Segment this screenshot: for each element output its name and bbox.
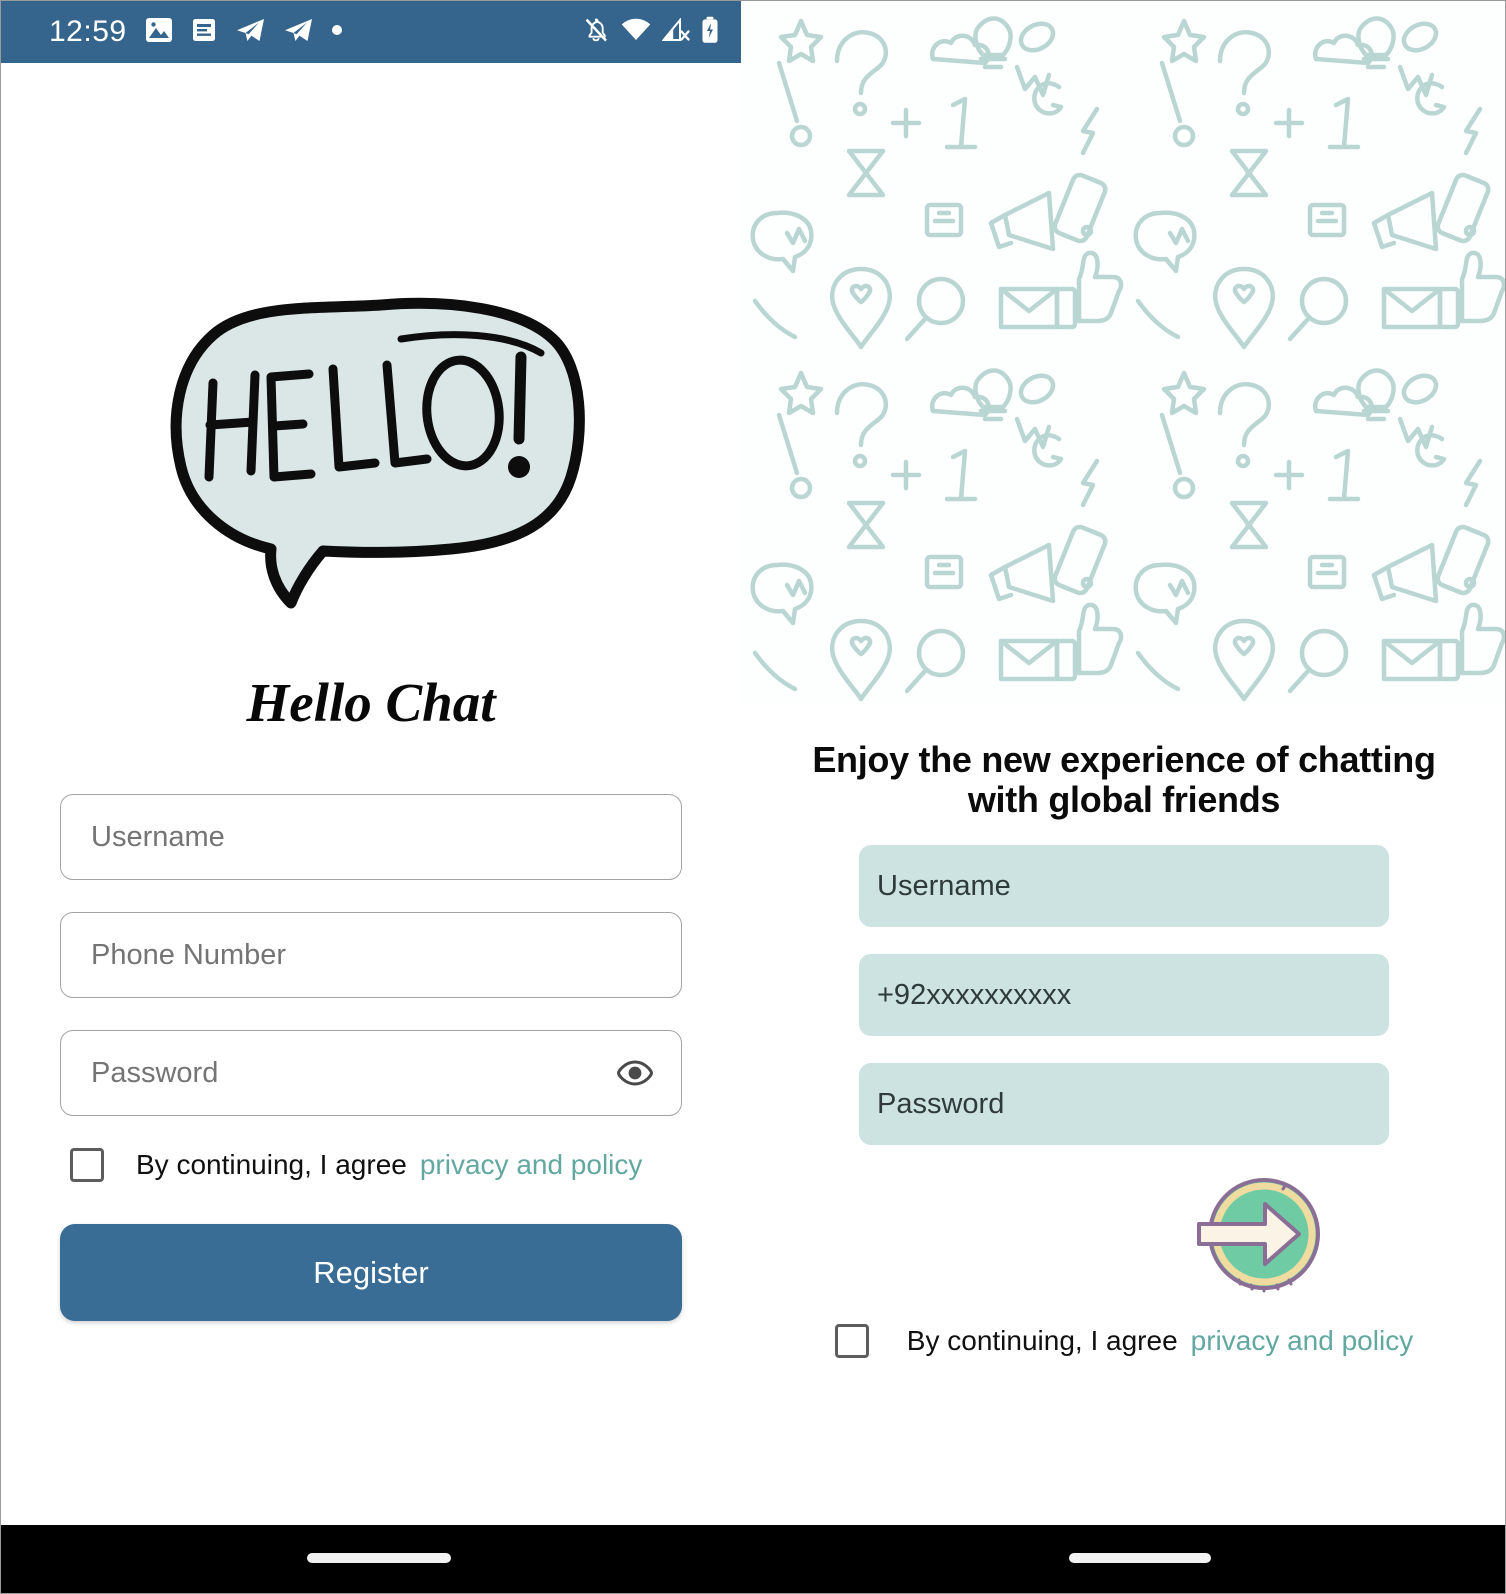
username-input[interactable]: Username xyxy=(859,845,1389,928)
page-title: Hello Chat xyxy=(246,672,496,733)
submit-row xyxy=(741,1172,1505,1302)
privacy-policy-link[interactable]: privacy and policy xyxy=(420,1151,643,1179)
registration-form: Username Phone Number Password By contin… xyxy=(1,794,741,1182)
wifi-icon xyxy=(621,18,651,47)
status-bar-right-group xyxy=(582,16,719,49)
news-icon xyxy=(191,17,217,48)
home-indicator-left[interactable] xyxy=(307,1553,451,1563)
agreement-row: By continuing, I agree privacy and polic… xyxy=(60,1148,682,1182)
right-phone-panel: Enjoy the new experience of chatting wit… xyxy=(741,1,1505,1525)
password-input[interactable]: Password xyxy=(859,1063,1389,1146)
agreement-row: By continuing, I agree privacy and polic… xyxy=(741,1324,1505,1359)
hello-bubble-svg xyxy=(170,297,585,609)
status-bar: 12:59 xyxy=(1,1,741,63)
registration-form: Username +92xxxxxxxxxx Password xyxy=(741,845,1505,1146)
hero-heading: Enjoy the new experience of chatting wit… xyxy=(812,739,1436,820)
hello-speech-bubble-logo xyxy=(1,291,741,621)
phone-input[interactable]: Phone Number xyxy=(60,912,682,998)
agreement-checkbox[interactable] xyxy=(834,1324,869,1359)
phone-placeholder: Phone Number xyxy=(91,938,287,971)
arrow-submit-button[interactable] xyxy=(1177,1172,1327,1302)
eye-icon[interactable] xyxy=(617,1055,653,1091)
dot-icon xyxy=(331,23,343,41)
phone-input[interactable]: +92xxxxxxxxxx xyxy=(859,954,1389,1037)
privacy-policy-link[interactable]: privacy and policy xyxy=(1191,1327,1414,1355)
agreement-text: By continuing, I agree xyxy=(136,1149,407,1180)
status-bar-left-group: 12:59 xyxy=(49,17,582,48)
notifications-off-icon xyxy=(582,16,610,49)
username-input[interactable]: Username xyxy=(60,794,682,880)
agreement-checkbox[interactable] xyxy=(70,1148,104,1182)
telegram-icon xyxy=(235,17,265,48)
agreement-text: By continuing, I agree xyxy=(906,1325,1178,1357)
home-indicator-right[interactable] xyxy=(1069,1553,1211,1563)
battery-charging-icon xyxy=(701,16,719,49)
username-placeholder: Username xyxy=(877,869,1011,902)
left-phone-panel: 12:59 Hello Chat Username Phone Number P… xyxy=(1,1,741,1525)
register-button[interactable]: Register xyxy=(60,1224,682,1321)
password-placeholder: Password xyxy=(877,1087,1005,1120)
password-input[interactable]: Password xyxy=(60,1030,682,1116)
doodle-pattern-banner xyxy=(741,1,1505,704)
no-sim-signal-icon xyxy=(661,16,690,47)
telegram-icon xyxy=(283,17,313,48)
status-bar-clock: 12:59 xyxy=(49,15,127,48)
system-navigation-bar xyxy=(1,1525,1505,1593)
password-placeholder: Password xyxy=(91,1056,219,1089)
image-icon xyxy=(145,17,173,48)
username-placeholder: Username xyxy=(91,820,225,853)
phone-placeholder: +92xxxxxxxxxx xyxy=(877,978,1072,1011)
screenshot-root: 12:59 Hello Chat Username Phone Number P… xyxy=(0,0,1506,1594)
